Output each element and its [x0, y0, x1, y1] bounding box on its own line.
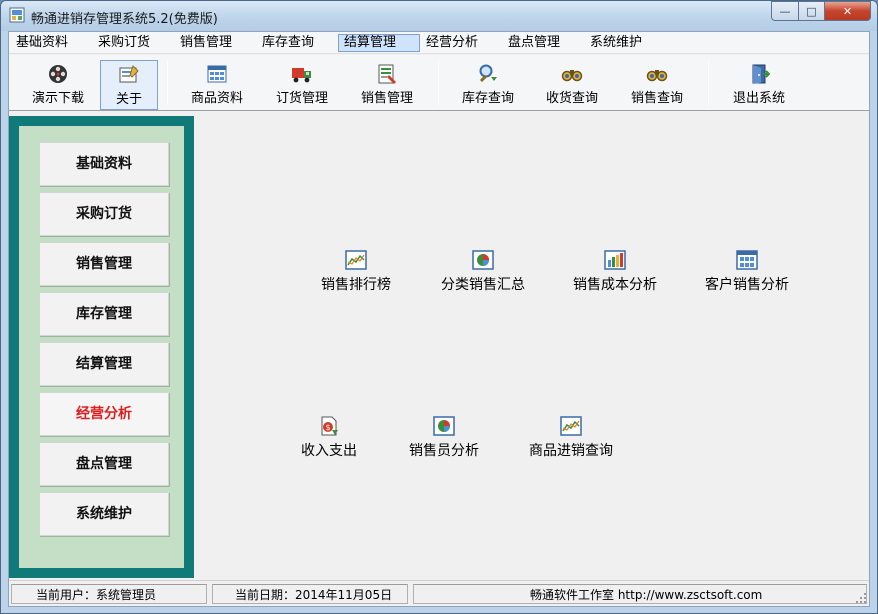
menu-basic-data[interactable]: 基础资料 — [11, 34, 73, 52]
pie-chart-icon — [433, 416, 455, 436]
feature-sales-cost-analysis[interactable]: 销售成本分析 — [560, 250, 670, 294]
menu-stocktaking[interactable]: 盘点管理 — [503, 34, 565, 52]
toolbar-product-data-button[interactable]: 商品资料 — [179, 60, 255, 110]
sidebar-item-stocktaking[interactable]: 盘点管理 — [39, 442, 169, 486]
menu-system-maintenance[interactable]: 系统维护 — [585, 34, 647, 52]
toolbar-demo-download-button[interactable]: 演示下载 — [17, 60, 99, 110]
sidebar-item-settlement[interactable]: 结算管理 — [39, 342, 169, 386]
main-panel: 销售排行榜 分类销售汇总 销售成本分析 客户销售分析 $ 收入支出 销售员分析 … — [194, 112, 869, 578]
maximize-button[interactable]: □ — [798, 1, 825, 21]
toolbar-receiving-query-button[interactable]: 收货查询 — [534, 60, 610, 110]
film-reel-icon — [49, 65, 67, 83]
feature-salesperson-analysis[interactable]: 销售员分析 — [394, 416, 494, 460]
menu-business-analysis[interactable]: 经营分析 — [421, 34, 483, 52]
toolbar-sales-management-button[interactable]: 销售管理 — [349, 60, 425, 110]
sidebar-item-system-maintenance[interactable]: 系统维护 — [39, 492, 169, 536]
window-title: 畅通进销存管理系统5.2(免费版) — [31, 12, 218, 27]
app-window: 畅通进销存管理系统5.2(免费版) — □ ✕ 基础资料 采购订货 销售管理 库… — [0, 0, 878, 614]
toolbar-inventory-query-button[interactable]: 库存查询 — [450, 60, 526, 110]
status-current-user: 当前用户：系统管理员 — [11, 584, 207, 604]
menu-sales[interactable]: 销售管理 — [175, 34, 237, 52]
feature-sales-cost-analysis-label: 销售成本分析 — [573, 277, 657, 293]
feature-salesperson-analysis-label: 销售员分析 — [409, 443, 479, 459]
feature-income-expense-label: 收入支出 — [301, 443, 357, 459]
client-area: 基础资料 采购订货 销售管理 库存查询 结算管理 经营分析 盘点管理 系统维护 … — [8, 31, 870, 607]
resize-grip-icon[interactable] — [855, 592, 867, 604]
toolbar-sales-management-label: 销售管理 — [360, 91, 413, 106]
sidebar-item-basic-data[interactable]: 基础资料 — [39, 142, 169, 186]
feature-income-expense[interactable]: $ 收入支出 — [289, 416, 369, 460]
toolbar-order-management-label: 订货管理 — [275, 91, 328, 106]
feature-category-sales-summary[interactable]: 分类销售汇总 — [428, 250, 538, 294]
toolbar-sales-query-button[interactable]: 销售查询 — [619, 60, 695, 110]
about-icon — [119, 65, 139, 83]
feature-category-sales-summary-label: 分类销售汇总 — [441, 277, 525, 293]
minimize-button[interactable]: — — [771, 1, 798, 21]
line-chart-icon — [345, 250, 367, 270]
toolbar-separator — [708, 61, 709, 105]
sales-form-icon — [378, 64, 396, 84]
toolbar-sales-query-label: 销售查询 — [630, 91, 683, 106]
minimize-icon: — — [779, 4, 791, 18]
product-grid-icon — [207, 65, 227, 83]
truck-icon — [292, 68, 311, 83]
sidebar: 基础资料 采购订货 销售管理 库存管理 结算管理 经营分析 盘点管理 系统维护 — [9, 116, 194, 578]
bar-chart-icon — [604, 250, 626, 270]
title-bar[interactable]: 畅通进销存管理系统5.2(免费版) — □ ✕ — [1, 1, 877, 31]
svg-text:$: $ — [325, 423, 330, 432]
menu-settlement[interactable]: 结算管理 — [338, 34, 420, 52]
toolbar-about-label: 关于 — [115, 92, 142, 107]
binoculars-icon — [561, 70, 583, 82]
toolbar-separator — [438, 61, 439, 105]
sidebar-panel: 基础资料 采购订货 销售管理 库存管理 结算管理 经营分析 盘点管理 系统维护 — [19, 126, 184, 568]
toolbar-receiving-query-label: 收货查询 — [545, 91, 598, 106]
money-document-icon: $ — [321, 416, 338, 436]
close-icon: ✕ — [842, 4, 853, 18]
toolbar-exit-system-button[interactable]: 退出系统 — [721, 60, 797, 110]
sidebar-item-sales[interactable]: 销售管理 — [39, 242, 169, 286]
app-icon — [9, 7, 25, 23]
feature-sales-ranking-label: 销售排行榜 — [321, 277, 391, 293]
close-button[interactable]: ✕ — [825, 1, 871, 21]
feature-sales-ranking[interactable]: 销售排行榜 — [311, 250, 401, 294]
grid-table-icon — [736, 250, 758, 270]
toolbar-separator — [167, 61, 168, 105]
sidebar-item-inventory[interactable]: 库存管理 — [39, 292, 169, 336]
toolbar-product-data-label: 商品资料 — [190, 91, 243, 106]
menu-inventory-query[interactable]: 库存查询 — [257, 34, 319, 52]
sidebar-item-business-analysis[interactable]: 经营分析 — [39, 392, 169, 436]
feature-product-io-query[interactable]: 商品进销查询 — [516, 416, 626, 460]
status-current-date: 当前日期：2014年11月05日 — [212, 584, 408, 604]
toolbar-order-management-button[interactable]: 订货管理 — [264, 60, 340, 110]
window-controls: — □ ✕ — [771, 1, 871, 21]
feature-customer-sales-analysis-label: 客户销售分析 — [705, 277, 789, 293]
menu-bar: 基础资料 采购订货 销售管理 库存查询 结算管理 经营分析 盘点管理 系统维护 — [9, 32, 869, 54]
toolbar-exit-system-label: 退出系统 — [732, 91, 785, 106]
toolbar-demo-download-label: 演示下载 — [31, 91, 84, 106]
binoculars-icon — [646, 70, 668, 82]
feature-product-io-query-label: 商品进销查询 — [529, 443, 613, 459]
status-bar: 当前用户：系统管理员 当前日期：2014年11月05日 畅通软件工作室 http… — [9, 580, 869, 606]
toolbar: 演示下载 关于 商品资料 订货管理 销售管理 库存查询 收货查询 销售查询 退出… — [9, 55, 869, 111]
pie-chart-icon — [472, 250, 494, 270]
line-chart-icon — [560, 416, 582, 436]
exit-door-icon — [752, 64, 770, 84]
toolbar-inventory-query-label: 库存查询 — [461, 91, 514, 106]
status-company-info: 畅通软件工作室 http://www.zsctsoft.com — [413, 584, 867, 604]
magnifier-icon — [479, 64, 497, 83]
feature-customer-sales-analysis[interactable]: 客户销售分析 — [692, 250, 802, 294]
toolbar-about-button[interactable]: 关于 — [100, 60, 158, 110]
sidebar-item-purchase[interactable]: 采购订货 — [39, 192, 169, 236]
menu-purchase[interactable]: 采购订货 — [93, 34, 155, 52]
maximize-icon: □ — [806, 4, 817, 18]
